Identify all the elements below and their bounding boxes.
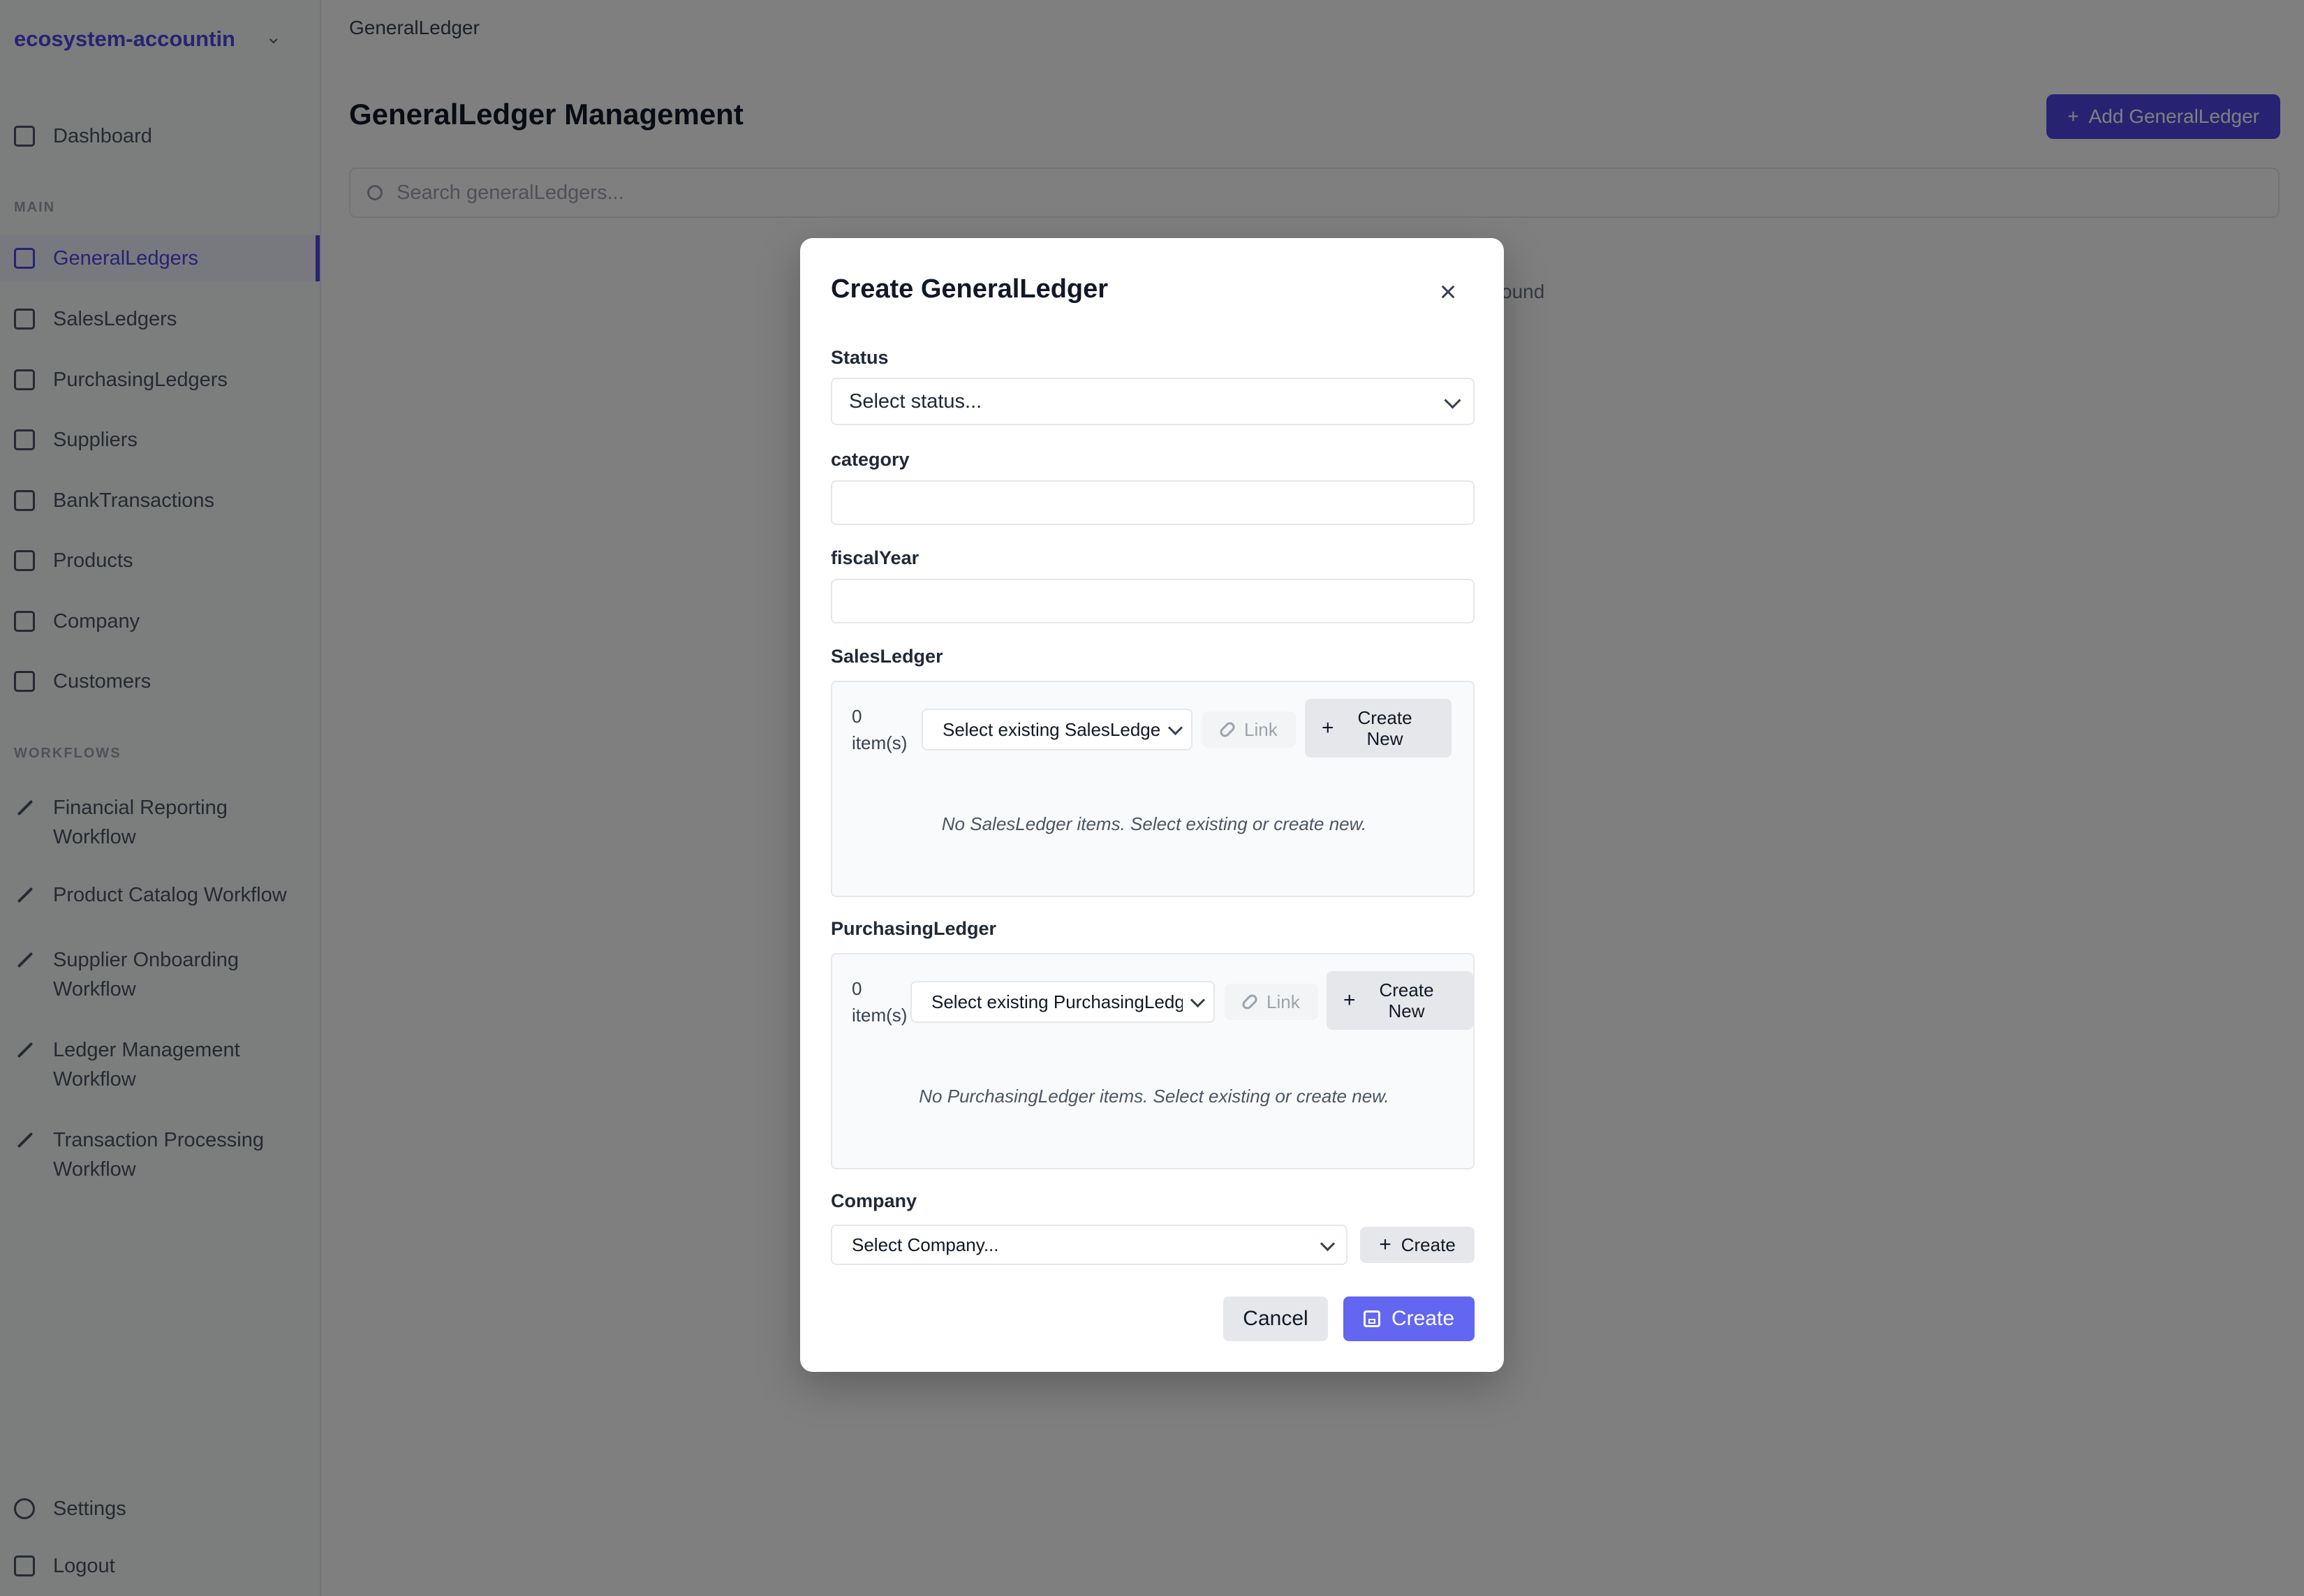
salesledger-select[interactable]: Select existing SalesLedge: [922, 709, 1192, 751]
chevron-down-icon: [1167, 720, 1183, 736]
label-line: Create: [1379, 980, 1434, 1000]
salesledger-empty-message: No SalesLedger items. Select existing or…: [941, 813, 1367, 834]
create-new-label: Create New: [1375, 980, 1438, 1021]
status-label: Status: [831, 347, 889, 368]
chevron-down-icon: [1444, 392, 1461, 409]
fiscal-year-label: fiscalYear: [831, 547, 920, 568]
salesledger-select-value: Select existing SalesLedge: [943, 718, 1161, 740]
count-value: 0: [852, 706, 862, 727]
salesledger-count: 0 item(s): [852, 703, 915, 756]
create-button-label: Create: [1391, 1307, 1455, 1330]
purchasingledger-select[interactable]: Select existing PurchasingLedg: [910, 981, 1215, 1023]
create-new-label: Create New: [1354, 707, 1417, 749]
company-create-label: Create: [1401, 1234, 1456, 1255]
salesledger-label: SalesLedger: [831, 646, 943, 667]
chevron-down-icon: [1190, 992, 1206, 1008]
plus-icon: +: [1379, 1233, 1391, 1256]
purchasingledger-select-value: Select existing PurchasingLedg: [931, 991, 1183, 1012]
salesledger-panel: 0 item(s) Select existing SalesLedge Lin…: [831, 681, 1475, 897]
link-icon: [1218, 720, 1237, 739]
save-icon: [1363, 1310, 1380, 1327]
cancel-button[interactable]: Cancel: [1223, 1296, 1328, 1341]
purchasingledger-create-new-button[interactable]: + Create New: [1327, 971, 1473, 1030]
modal-title: Create GeneralLedger: [831, 274, 1109, 304]
purchasingledger-label: PurchasingLedger: [831, 918, 997, 939]
create-button[interactable]: Create: [1343, 1296, 1475, 1341]
status-select-value: Select status...: [849, 390, 982, 413]
plus-icon: +: [1322, 716, 1334, 739]
label-line: New: [1388, 1000, 1425, 1021]
salesledger-link-button[interactable]: Link: [1202, 711, 1296, 748]
fiscal-year-input[interactable]: [831, 579, 1475, 623]
create-generalledger-modal: Create GeneralLedger × Status Select sta…: [800, 238, 1504, 1372]
status-select[interactable]: Select status...: [831, 378, 1475, 425]
category-label: category: [831, 449, 910, 470]
category-input[interactable]: [831, 480, 1475, 525]
company-select[interactable]: Select Company...: [831, 1225, 1347, 1265]
purchasingledger-panel: 0 item(s) Select existing PurchasingLedg…: [831, 953, 1475, 1169]
link-label: Link: [1267, 991, 1300, 1012]
purchasingledger-count: 0 item(s): [852, 975, 915, 1028]
link-label: Link: [1244, 718, 1278, 740]
company-label: Company: [831, 1190, 917, 1211]
salesledger-create-new-button[interactable]: + Create New: [1305, 699, 1452, 758]
link-icon: [1240, 992, 1260, 1012]
label-line: Create: [1357, 707, 1412, 728]
chevron-down-icon: [1320, 1236, 1336, 1252]
plus-icon: +: [1343, 989, 1356, 1012]
label-line: New: [1366, 728, 1403, 749]
purchasingledger-link-button[interactable]: Link: [1225, 984, 1318, 1020]
company-select-value: Select Company...: [852, 1234, 999, 1255]
count-value: 0: [852, 978, 862, 999]
close-icon[interactable]: ×: [1431, 275, 1465, 309]
purchasingledger-empty-message: No PurchasingLedger items. Select existi…: [919, 1086, 1389, 1107]
count-unit: item(s): [852, 732, 908, 753]
company-create-button[interactable]: + Create: [1360, 1227, 1475, 1263]
count-unit: item(s): [852, 1005, 908, 1026]
